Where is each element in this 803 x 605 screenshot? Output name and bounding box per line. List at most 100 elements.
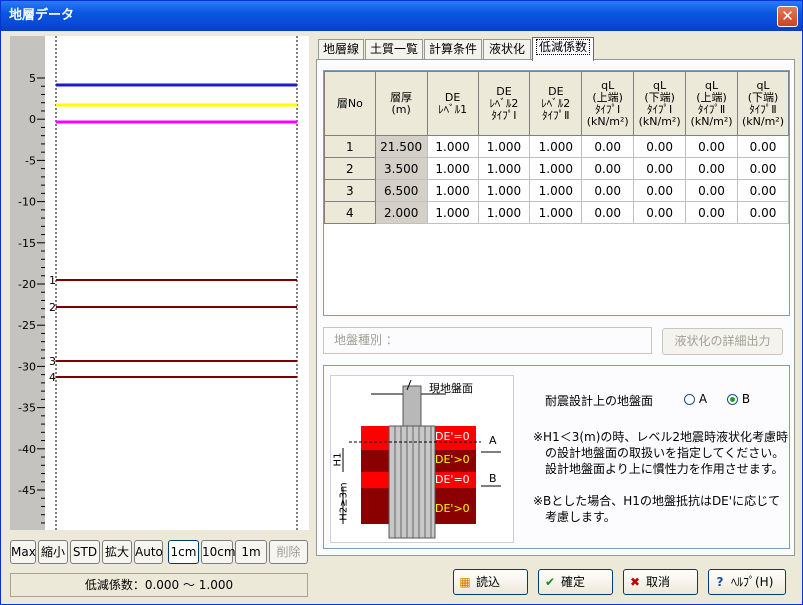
scale-1m-button[interactable]: 1m [235, 540, 267, 564]
row-header-cell[interactable]: 3 [324, 179, 376, 202]
help-button[interactable]: ? ﾍﾙﾌﾟ(H) [708, 569, 786, 595]
table-row: 1 21.500 1.000 1.000 1.000 0.00 0.00 0.00 0.00 [324, 135, 789, 158]
table-cell[interactable]: 0.00 [633, 179, 687, 202]
ok-button[interactable]: ✔ 確定 [538, 569, 613, 595]
radio-a-circle[interactable] [684, 394, 695, 405]
scale-1cm-button[interactable]: 1cm [168, 540, 199, 564]
ruler-tick-label: -45 [18, 484, 36, 497]
ruler-tick-label: 5 [29, 72, 36, 85]
row-header-cell[interactable]: 4 [324, 201, 376, 224]
ruler-tick-label: -35 [18, 402, 36, 415]
table-cell[interactable]: 1.000 [477, 157, 531, 180]
table-cell[interactable]: 0.00 [633, 157, 687, 180]
note-1-line-2: の設計地盤面の取扱いを指定してください。 [545, 446, 785, 460]
pile-head [402, 385, 422, 429]
column-header: 層No [324, 71, 376, 136]
table-cell[interactable]: 0.00 [737, 179, 789, 202]
layer-number-label: 1 [49, 274, 56, 287]
table-cell[interactable]: 0.00 [685, 179, 738, 202]
std-button[interactable]: STD [70, 540, 100, 564]
column-header: qL (下端) ﾀｲﾌﾟⅠ (kN/m²) [633, 71, 687, 136]
note-2-line-1: ※Bとした場合、H1の地盤抵抗はDE'に応じて [533, 494, 781, 508]
table-cell[interactable]: 0.00 [737, 157, 789, 180]
table-cell[interactable]: 1.000 [529, 179, 583, 202]
ruler-tick-label: -40 [18, 443, 36, 456]
table-cell[interactable]: 3.500 [374, 157, 428, 180]
ground-type-label: 地盤種別 ： [334, 333, 398, 347]
table-cell[interactable]: 1.000 [529, 201, 583, 224]
load-button[interactable]: ▦ 読込 [453, 569, 528, 595]
tab-reduction-factor[interactable]: 低減係数 [532, 37, 594, 61]
label-a: A [489, 434, 497, 447]
delete-button[interactable]: 削除 [269, 540, 308, 564]
table-cell[interactable]: 0.00 [581, 201, 635, 224]
ok-label: 確定 [561, 575, 586, 589]
table-cell[interactable]: 1.000 [529, 135, 583, 158]
dialog-window: 地層データ ✕ 5 0 -5 -10 -15 -20 -25 -30 -35 -40 -45 123… [0, 0, 803, 605]
help-label: ﾍﾙﾌﾟ(H) [731, 575, 774, 589]
row-header-cell[interactable]: 1 [324, 135, 376, 158]
de-pos-label-2: DE'>0 [435, 502, 470, 515]
load-label: 読込 [476, 575, 501, 589]
table-cell[interactable]: 0.00 [685, 201, 738, 224]
figure-svg [342, 379, 501, 539]
table-cell[interactable]: 0.00 [581, 157, 635, 180]
scale-10cm-button[interactable]: 10cm [201, 540, 236, 564]
ruler-svg: 5 0 -5 -10 -15 -20 -25 -30 -35 -40 -45 [18, 72, 45, 524]
table-cell[interactable]: 1.000 [426, 135, 479, 158]
window-title: 地層データ [9, 8, 75, 23]
radio-b-circle[interactable] [727, 394, 738, 405]
table-cell[interactable]: 1.000 [426, 201, 479, 224]
radio-option-a[interactable]: A [684, 392, 707, 406]
table-cell[interactable]: 0.00 [737, 201, 789, 224]
status-bar: 低減係数：0.000 ～ 1.000 [10, 573, 308, 597]
close-button[interactable]: ✕ [777, 6, 798, 27]
table-cell[interactable]: 0.00 [685, 135, 738, 158]
radio-b-label: B [741, 392, 751, 406]
row-header-cell[interactable]: 2 [324, 157, 376, 180]
table-cell[interactable]: 1.000 [529, 157, 583, 180]
table-cell[interactable]: 0.00 [737, 135, 789, 158]
tab-soil-list[interactable]: 土質一覧 [365, 39, 423, 59]
h1-label: H1 [332, 452, 344, 467]
tab-calc-conditions[interactable]: 計算条件 [424, 39, 482, 59]
de-zero-label-2: DE'=0 [435, 473, 470, 486]
radio-a-label: A [698, 392, 708, 406]
table-cell[interactable]: 1.000 [477, 135, 531, 158]
table-cell[interactable]: 1.000 [426, 157, 479, 180]
table-cell[interactable]: 0.00 [633, 201, 687, 224]
table-cell[interactable]: 0.00 [581, 135, 635, 158]
design-surface-label: 耐震設計上の地盤面 [545, 394, 654, 408]
auto-button[interactable]: Auto [134, 540, 163, 564]
radio-option-b[interactable]: B [727, 392, 750, 406]
liquefaction-detail-button[interactable]: 液状化の詳細出力 [662, 328, 783, 355]
column-header: DE ﾚﾍﾞﾙ2 ﾀｲﾌﾟⅡ [529, 71, 583, 136]
de-zero-label-1: DE'=0 [435, 430, 470, 443]
cancel-button[interactable]: ✖ 取消 [623, 569, 698, 595]
shrink-button[interactable]: 縮小 [38, 540, 68, 564]
max-button[interactable]: Max [10, 540, 36, 564]
tab-liquefaction[interactable]: 液状化 [483, 39, 531, 59]
table-cell[interactable]: 0.00 [581, 179, 635, 202]
table-cell[interactable]: 0.00 [685, 157, 738, 180]
h2-label: H2≥3m [338, 482, 350, 521]
table-cell[interactable]: 21.500 [374, 135, 428, 158]
layer-number-label: 3 [49, 355, 56, 368]
status-text: 低減係数：0.000 ～ 1.000 [84, 578, 234, 592]
layer-number-label: 4 [49, 371, 56, 384]
table-body: 1 21.500 1.000 1.000 1.000 0.00 0.00 0.00 0.00 2 3… [324, 135, 789, 224]
title-bar: 地層データ ✕ [1, 1, 802, 31]
table-cell[interactable]: 1.000 [477, 201, 531, 224]
note-1: ※H1＜3(m)の時、レベル2地震時液状化考慮時 の設計地盤面の取扱いを指定して… [533, 429, 788, 477]
table-cell[interactable]: 1.000 [477, 179, 531, 202]
table-cell[interactable]: 0.00 [633, 135, 687, 158]
tab-strata-lines[interactable]: 地層線 [318, 39, 364, 59]
table-cell[interactable]: 2.000 [374, 201, 428, 224]
table-cell[interactable]: 1.000 [426, 179, 479, 202]
label-b: B [489, 472, 497, 485]
zoom-button[interactable]: 拡大 [102, 540, 132, 564]
strata-plot: 1 2 3 4 [45, 36, 309, 530]
ground-type-field: 地盤種別 ： [323, 327, 652, 354]
column-header: qL (上端) ﾀｲﾌﾟⅠ (kN/m²) [581, 71, 635, 136]
table-cell[interactable]: 6.500 [374, 179, 428, 202]
